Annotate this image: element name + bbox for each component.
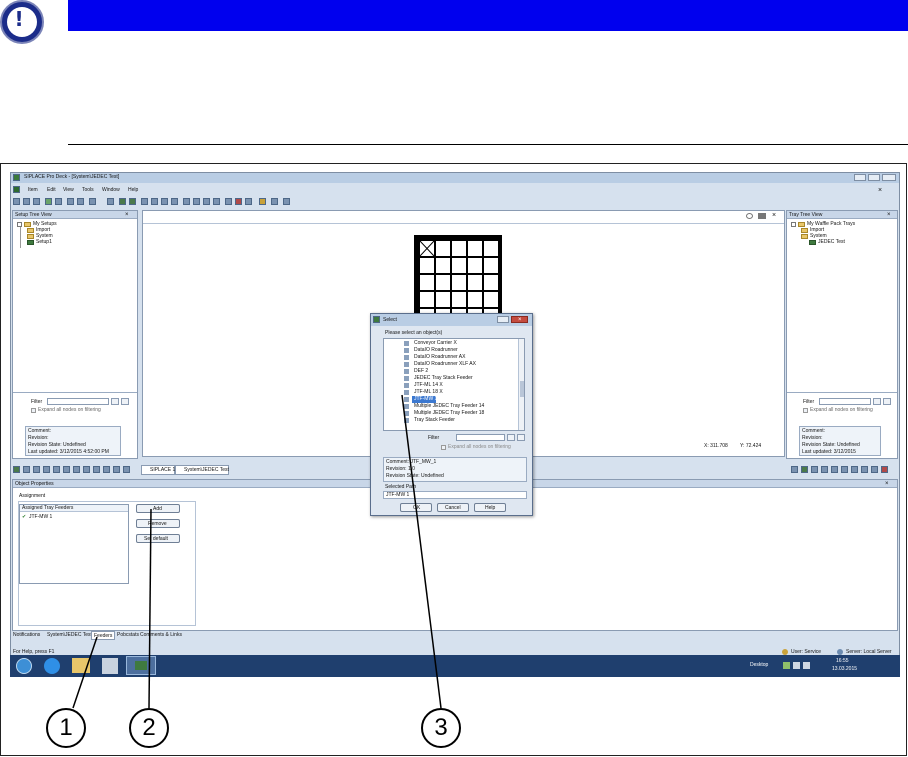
callout-line-1 <box>72 636 98 709</box>
callout-lines <box>72 394 442 709</box>
callout-line-3 <box>401 394 442 709</box>
callout-3: 3 <box>421 708 461 748</box>
callout-line-2 <box>148 508 152 709</box>
callout-1: 1 <box>46 708 86 748</box>
callout-2: 2 <box>129 708 169 748</box>
